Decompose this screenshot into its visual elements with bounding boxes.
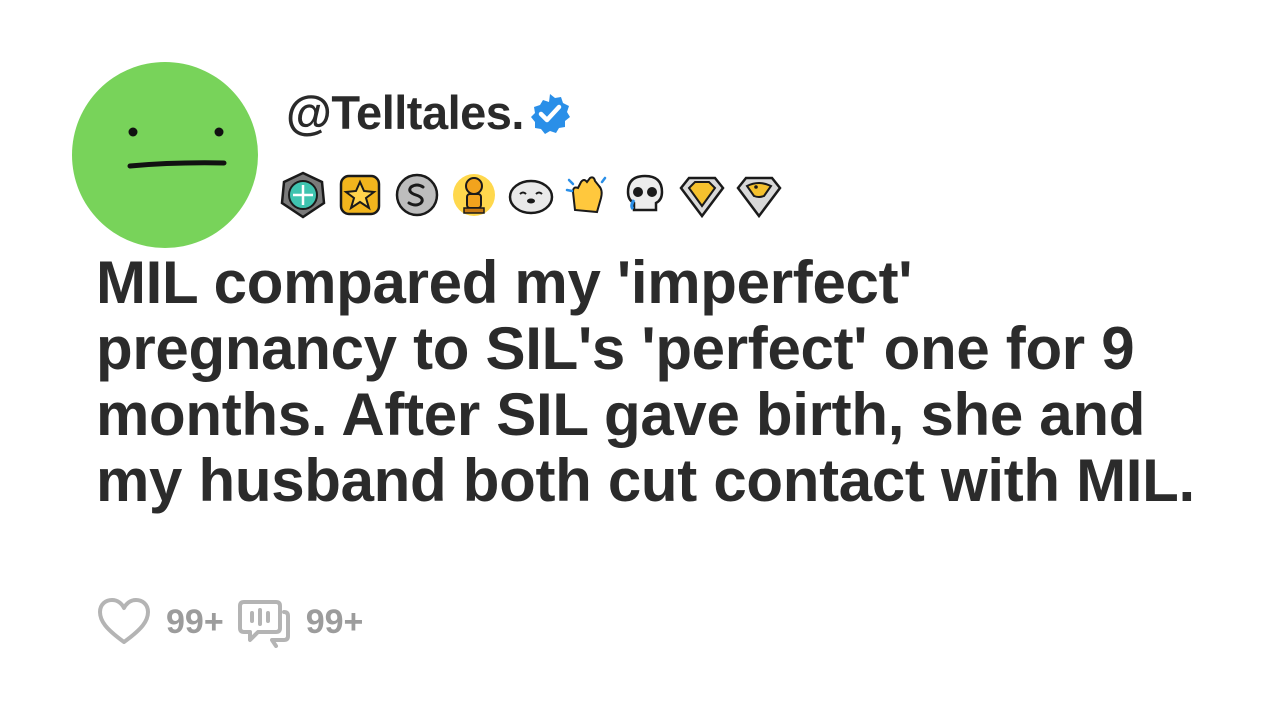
action-bar: 99+ 99+ <box>96 594 375 650</box>
verified-check-icon <box>531 94 570 134</box>
diamond-award-icon[interactable] <box>677 170 727 220</box>
awards-row <box>278 168 791 222</box>
clapping-hands-award-icon[interactable] <box>563 170 613 220</box>
comment-icon[interactable] <box>236 596 292 648</box>
gem-award-icon[interactable] <box>278 170 328 220</box>
like-count: 99+ <box>166 602 224 641</box>
author-handle[interactable]: @Telltales. <box>286 85 525 140</box>
gold-star-award-icon[interactable] <box>335 170 385 220</box>
gold-trophy-award-icon[interactable] <box>449 170 499 220</box>
comment-count: 99+ <box>305 602 364 641</box>
author-row: @Telltales. <box>286 82 572 142</box>
seal-award-icon[interactable] <box>506 170 556 220</box>
silver-coin-award-icon[interactable] <box>392 170 442 220</box>
pelican-award-icon[interactable] <box>734 170 784 220</box>
heart-icon[interactable] <box>96 596 152 648</box>
avatar[interactable] <box>72 62 258 248</box>
post-title[interactable]: MIL compared my 'imperfect' pregnancy to… <box>96 250 1216 514</box>
crying-skull-award-icon[interactable] <box>620 170 670 220</box>
